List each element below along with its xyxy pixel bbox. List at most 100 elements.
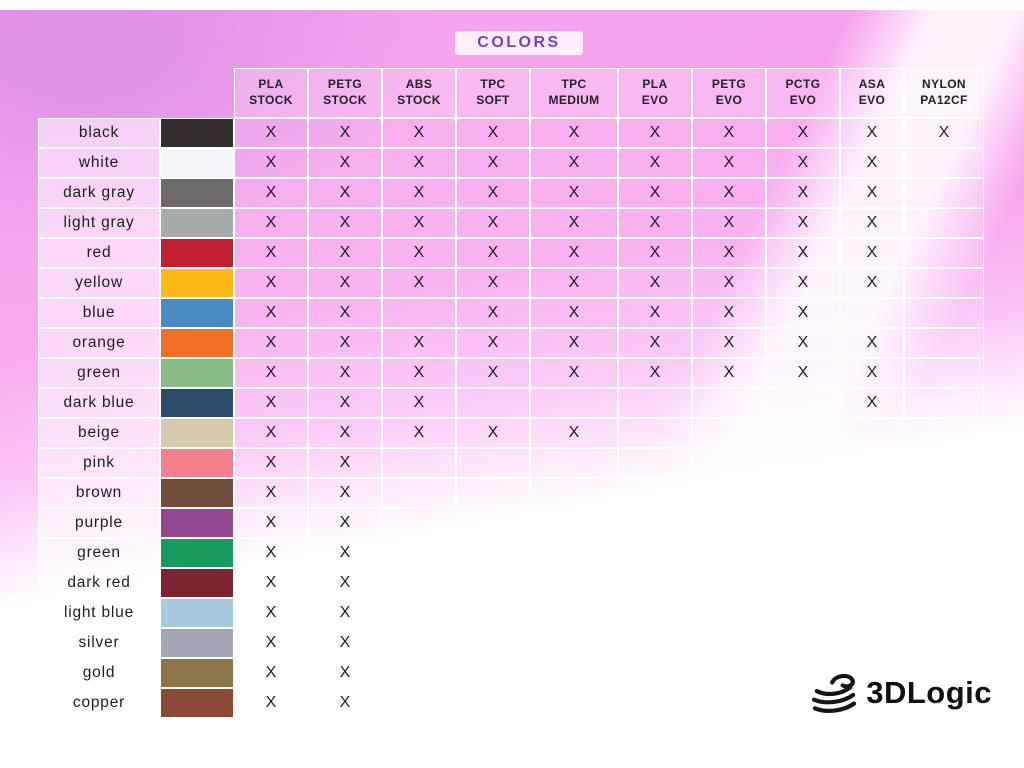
empty-cell — [618, 448, 692, 478]
availability-mark-cell: X — [618, 328, 692, 358]
availability-mark-cell: X — [234, 448, 308, 478]
empty-cell — [692, 448, 766, 478]
column-header: PCTGEVO — [766, 68, 840, 118]
availability-mark-cell: X — [308, 178, 382, 208]
empty-cell — [904, 328, 984, 358]
empty-cell — [692, 478, 766, 508]
row-label: green — [38, 358, 160, 388]
color-swatch — [160, 478, 234, 508]
empty-cell — [766, 388, 840, 418]
empty-cell — [692, 418, 766, 448]
empty-cell — [766, 418, 840, 448]
column-header: TPCMEDIUM — [530, 68, 618, 118]
availability-mark-cell: X — [234, 508, 308, 538]
color-swatch — [160, 388, 234, 418]
empty-cell — [382, 658, 456, 688]
empty-cell — [618, 598, 692, 628]
color-swatch — [160, 238, 234, 268]
brand-name: 3DLogic — [866, 675, 992, 711]
table-body: blackXXXXXXXXXXwhiteXXXXXXXXXdark grayXX… — [38, 118, 984, 718]
color-swatch — [160, 208, 234, 238]
column-header: NYLONPA12CF — [904, 68, 984, 118]
row-label: white — [38, 148, 160, 178]
availability-mark-cell: X — [840, 358, 904, 388]
empty-cell — [692, 538, 766, 568]
empty-cell — [692, 688, 766, 718]
row-label: pink — [38, 448, 160, 478]
row-label: black — [38, 118, 160, 148]
empty-cell — [530, 598, 618, 628]
availability-mark-cell: X — [766, 268, 840, 298]
availability-mark-cell: X — [456, 328, 530, 358]
empty-cell — [692, 508, 766, 538]
availability-mark-cell: X — [692, 358, 766, 388]
availability-mark-cell: X — [234, 598, 308, 628]
availability-mark-cell: X — [234, 298, 308, 328]
empty-cell — [692, 568, 766, 598]
empty-cell — [382, 568, 456, 598]
empty-cell — [618, 568, 692, 598]
empty-cell — [618, 388, 692, 418]
availability-mark-cell: X — [456, 118, 530, 148]
color-swatch — [160, 628, 234, 658]
availability-mark-cell: X — [234, 268, 308, 298]
availability-mark-cell: X — [456, 238, 530, 268]
table-row: light grayXXXXXXXXX — [38, 208, 984, 238]
availability-mark-cell: X — [530, 148, 618, 178]
availability-mark-cell: X — [766, 148, 840, 178]
empty-cell — [840, 478, 904, 508]
availability-mark-cell: X — [530, 418, 618, 448]
availability-mark-cell: X — [840, 148, 904, 178]
empty-cell — [618, 478, 692, 508]
empty-cell — [904, 628, 984, 658]
table-row: whiteXXXXXXXXX — [38, 148, 984, 178]
empty-cell — [456, 688, 530, 718]
availability-mark-cell: X — [308, 538, 382, 568]
table-row: dark blueXXXX — [38, 388, 984, 418]
table-row: beigeXXXXX — [38, 418, 984, 448]
availability-mark-cell: X — [382, 358, 456, 388]
availability-mark-cell: X — [234, 388, 308, 418]
empty-cell — [618, 688, 692, 718]
row-label: gold — [38, 658, 160, 688]
row-label: dark gray — [38, 178, 160, 208]
table-row: dark redXX — [38, 568, 984, 598]
empty-cell — [904, 178, 984, 208]
empty-cell — [904, 568, 984, 598]
empty-cell — [904, 298, 984, 328]
color-swatch — [160, 118, 234, 148]
table-row: greenXX — [38, 538, 984, 568]
availability-mark-cell: X — [618, 208, 692, 238]
availability-mark-cell: X — [618, 238, 692, 268]
availability-mark-cell: X — [308, 238, 382, 268]
availability-mark-cell: X — [234, 628, 308, 658]
availability-mark-cell: X — [692, 268, 766, 298]
availability-mark-cell: X — [840, 178, 904, 208]
empty-cell — [766, 508, 840, 538]
availability-mark-cell: X — [530, 328, 618, 358]
availability-mark-cell: X — [308, 448, 382, 478]
availability-mark-cell: X — [766, 118, 840, 148]
availability-mark-cell: X — [530, 208, 618, 238]
color-swatch — [160, 268, 234, 298]
column-header: PETGEVO — [692, 68, 766, 118]
empty-cell — [904, 448, 984, 478]
availability-mark-cell: X — [308, 328, 382, 358]
empty-cell — [618, 508, 692, 538]
availability-mark-cell: X — [766, 208, 840, 238]
availability-mark-cell: X — [308, 118, 382, 148]
row-label: dark red — [38, 568, 160, 598]
availability-mark-cell: X — [840, 238, 904, 268]
availability-mark-cell: X — [456, 358, 530, 388]
table-row: orangeXXXXXXXXX — [38, 328, 984, 358]
empty-cell — [382, 598, 456, 628]
availability-mark-cell: X — [618, 298, 692, 328]
table-row: redXXXXXXXXX — [38, 238, 984, 268]
empty-cell — [456, 508, 530, 538]
empty-cell — [530, 388, 618, 418]
empty-cell — [530, 658, 618, 688]
empty-cell — [692, 388, 766, 418]
availability-mark-cell: X — [618, 178, 692, 208]
table-row: silverXX — [38, 628, 984, 658]
empty-cell — [766, 568, 840, 598]
